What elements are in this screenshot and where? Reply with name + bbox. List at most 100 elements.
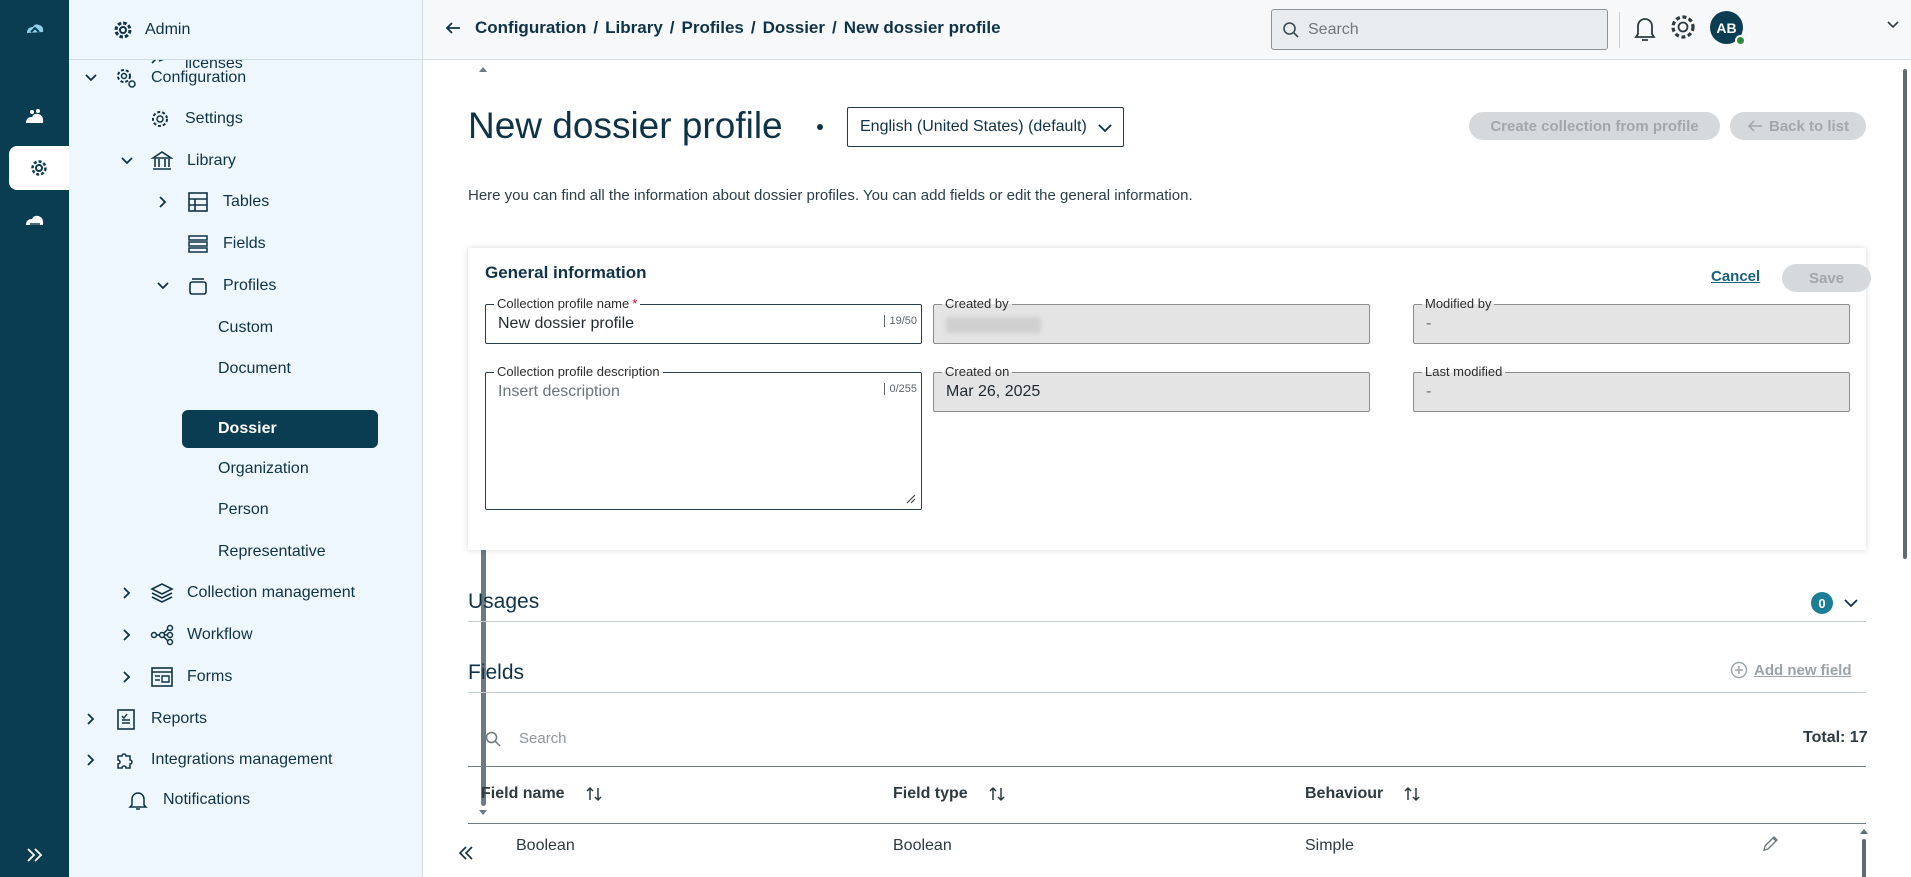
add-new-field-button[interactable]: Add new field	[1730, 661, 1852, 679]
avatar[interactable]: AB	[1710, 11, 1746, 46]
chevron-down-icon	[153, 276, 173, 296]
double-chevron-right-icon[interactable]	[0, 833, 69, 877]
language-select[interactable]: English (United States) (default)	[847, 107, 1124, 147]
profiles-icon	[185, 273, 211, 299]
fields-section: Fields Add new field	[468, 653, 1866, 693]
save-button[interactable]: Save	[1782, 264, 1871, 292]
chevron-down-icon[interactable]	[1843, 595, 1859, 611]
sidebar-item-custom[interactable]: Custom	[218, 311, 273, 345]
sidebar-item-notifications[interactable]: Notifications	[113, 783, 250, 817]
chevron-right-icon	[153, 192, 173, 212]
column-header-behaviour[interactable]: Behaviour	[1305, 785, 1421, 803]
general-information-card: General information Cancel Save Collecti…	[468, 248, 1871, 550]
cloud-hand-icon[interactable]	[0, 198, 69, 242]
sidebar-item-reports[interactable]: Reports	[81, 702, 207, 736]
sidebar-item-fields[interactable]: Fields	[185, 227, 266, 261]
sidebar-item-profiles[interactable]: Profiles	[153, 269, 276, 303]
sidebar-item-forms[interactable]: Forms	[117, 660, 232, 694]
sidebar-item-workflow[interactable]: Workflow	[117, 618, 253, 652]
sidebar-item-tables[interactable]: Tables	[153, 185, 269, 219]
column-header-field-name[interactable]: Field name	[481, 785, 603, 803]
usages-heading: Usages	[468, 590, 540, 613]
nav-selection-highlight	[182, 410, 378, 448]
profile-name-value[interactable]: New dossier profile	[498, 315, 634, 333]
chevron-down-icon	[81, 68, 101, 88]
fields-search-input[interactable]	[519, 730, 819, 747]
edit-pencil-icon[interactable]	[1761, 833, 1781, 853]
sort-icon[interactable]	[988, 785, 1006, 803]
cloud-logo-icon[interactable]	[0, 7, 69, 51]
search-icon	[485, 731, 501, 747]
sidebar-nav: licenses Configuration Settings Library …	[69, 60, 409, 820]
sidebar: Admin licenses Configuration Settings Li…	[69, 0, 487, 877]
cloud-people-icon[interactable]	[0, 95, 69, 139]
page-description: Here you can find all the information ab…	[468, 187, 1193, 204]
config-gear-icon	[113, 65, 139, 91]
arrow-left-icon	[1747, 120, 1762, 132]
breadcrumb-profiles[interactable]: Profiles	[682, 18, 744, 38]
user-menu-chevron-down-icon[interactable]	[1885, 16, 1901, 37]
back-to-list-button[interactable]: Back to list	[1730, 112, 1866, 140]
report-icon	[113, 706, 139, 732]
breadcrumb: Configuration / Library / Profiles / Dos…	[443, 18, 1001, 38]
cancel-button[interactable]: Cancel	[1711, 268, 1760, 285]
search-icon	[1283, 21, 1299, 38]
description-placeholder[interactable]: Insert description	[498, 383, 620, 401]
notifications-bell-icon[interactable]	[1632, 14, 1658, 49]
table-header-divider	[468, 823, 1866, 824]
profile-description-field[interactable]: Collection profile description Insert de…	[485, 364, 922, 510]
column-header-field-type[interactable]: Field type	[893, 785, 1006, 803]
sidebar-item-organization[interactable]: Organization	[218, 452, 309, 486]
chevron-right-icon	[81, 750, 101, 770]
chevron-right-icon	[117, 667, 137, 687]
breadcrumb-configuration[interactable]: Configuration	[475, 18, 586, 38]
chevron-down-icon	[117, 151, 137, 171]
admin-gear-icon	[114, 21, 132, 38]
sidebar-item-collection-management[interactable]: Collection management	[117, 576, 355, 610]
top-bar: Configuration / Library / Profiles / Dos…	[423, 0, 1911, 60]
sidebar-item-configuration[interactable]: Configuration	[81, 61, 246, 95]
table-scrollbar[interactable]	[1860, 828, 1868, 877]
profile-name-field[interactable]: Collection profile name * New dossier pro…	[485, 296, 922, 344]
settings-gear-icon[interactable]	[1668, 12, 1698, 47]
created-by-field: Created by	[933, 296, 1370, 344]
resize-handle-icon[interactable]	[906, 494, 916, 504]
chevron-right-icon	[117, 583, 137, 603]
usages-section[interactable]: Usages 0	[468, 582, 1866, 622]
sort-icon[interactable]	[585, 785, 603, 803]
fields-icon	[185, 231, 211, 257]
redacted-value	[946, 317, 1041, 333]
sidebar-item-settings[interactable]: Settings	[147, 102, 243, 136]
usages-count-badge: 0	[1811, 592, 1833, 614]
divider	[1619, 12, 1620, 48]
global-search[interactable]	[1271, 9, 1608, 50]
online-status-dot	[1735, 35, 1746, 46]
sidebar-item-integrations-management[interactable]: Integrations management	[81, 743, 332, 777]
main-scrollbar[interactable]	[1900, 61, 1910, 877]
create-collection-button[interactable]: Create collection from profile	[1469, 112, 1720, 140]
general-information-heading: General information	[485, 263, 647, 282]
bell-icon	[125, 787, 151, 813]
sidebar-title: Admin	[145, 20, 191, 38]
chevron-right-icon	[117, 625, 137, 645]
sidebar-item-dossier[interactable]: Dossier	[218, 412, 277, 446]
global-search-input[interactable]	[1308, 20, 1578, 39]
cell-field-name: Boolean	[516, 837, 575, 854]
sidebar-item-person[interactable]: Person	[218, 493, 269, 527]
fields-search[interactable]	[485, 730, 819, 747]
cell-field-type: Boolean	[893, 837, 952, 854]
arrow-left-icon[interactable]	[443, 18, 463, 38]
breadcrumb-dossier[interactable]: Dossier	[763, 18, 825, 38]
breadcrumb-library[interactable]: Library	[605, 18, 663, 38]
table-icon	[185, 189, 211, 215]
sidebar-item-library[interactable]: Library	[117, 144, 236, 178]
sidebar-item-document[interactable]: Document	[218, 352, 291, 386]
rail-configuration-button[interactable]	[9, 146, 69, 190]
sidebar-header: Admin	[69, 0, 422, 60]
chevron-down-icon	[1098, 124, 1112, 133]
name-char-counter: 19/50	[884, 315, 917, 327]
sidebar-item-representative[interactable]: Representative	[218, 535, 326, 569]
sort-icon[interactable]	[1403, 785, 1421, 803]
chevron-right-icon	[81, 709, 101, 729]
workflow-icon	[149, 622, 175, 648]
